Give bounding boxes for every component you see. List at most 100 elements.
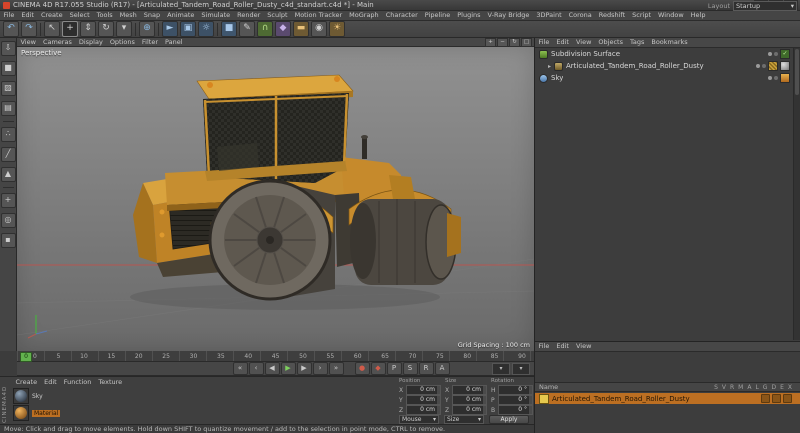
editor-visibility-toggle[interactable] [768,52,772,56]
autokey-icon[interactable]: A [435,362,450,375]
menu-item[interactable]: Redshift [595,11,628,20]
prev-key-icon[interactable]: ‹ [249,362,264,375]
prev-frame-icon[interactable]: ◀ [265,362,280,375]
material-name[interactable]: Sky [32,393,43,400]
timeline-playhead[interactable]: 0 [20,352,32,362]
menu-item[interactable]: Motion Tracker [291,11,346,20]
viewport-menu-item[interactable]: Options [106,38,138,47]
model-mode-icon[interactable]: ■ [1,61,16,76]
menu-item[interactable]: Window [655,11,688,20]
phong-tag-icon[interactable] [780,61,790,71]
timeline-ruler[interactable]: 051015202530354045505560657075808590 0 [17,351,534,362]
menu-item[interactable]: Animate [164,11,198,20]
position-x-field[interactable]: 0 cm [406,385,441,395]
points-mode-icon[interactable]: ∴ [1,127,16,142]
viewport-menu-item[interactable]: Filter [138,38,161,47]
size-x-field[interactable]: 0 cm [452,385,487,395]
viewport-menu-item[interactable]: Display [75,38,106,47]
material-menu-item[interactable]: Create [12,378,41,387]
layout-dropdown[interactable]: Startup ▾ [733,1,797,11]
sky-texture-tag-icon[interactable] [780,73,790,83]
viewport-menu-item[interactable]: Panel [162,38,187,47]
render-view-icon[interactable]: ► [162,21,178,37]
texture-tag-icon[interactable] [768,61,778,71]
keyframe-icon[interactable]: ◆ [371,362,386,375]
menu-item[interactable]: V-Ray Bridge [484,11,533,20]
lock-icon[interactable]: ▪ [1,233,16,248]
layer-color-swatch[interactable] [539,394,549,404]
rotate-tool-icon[interactable]: ↻ [98,21,114,37]
undo-icon[interactable]: ↶ [3,21,19,37]
menu-item[interactable]: Create [37,11,66,20]
menu-item[interactable]: Simulate [198,11,234,20]
viewport-canvas[interactable]: Perspective Grid Spacing : 100 cm [17,47,534,351]
menu-item[interactable]: File [0,11,18,20]
material-menu-item[interactable]: Texture [95,378,126,387]
play-icon[interactable]: ▶ [281,362,296,375]
position-z-field[interactable]: 0 cm [406,405,441,415]
material-item[interactable]: Sky [13,388,43,404]
redo-icon[interactable]: ↷ [21,21,37,37]
menu-item[interactable]: Sculpt [264,11,291,20]
rotation-p-field[interactable]: 0 ° [498,395,533,405]
object-manager-menu-item[interactable]: Objects [595,38,627,47]
menu-item[interactable]: Snap [140,11,163,20]
material-menu-item[interactable]: Edit [41,378,61,387]
menu-item[interactable]: Render [234,11,264,20]
menu-item[interactable]: Plugins [454,11,484,20]
object-label[interactable]: Articulated_Tandem_Road_Roller_Dusty [566,62,704,70]
object-label[interactable]: Sky [551,74,563,82]
material-thumbnail[interactable] [13,405,29,421]
rotate-view-icon[interactable]: ↻ [509,38,520,47]
make-editable-icon[interactable]: ⇩ [1,41,16,56]
render-picture-viewer-icon[interactable]: ▣ [180,21,196,37]
recent-tool-icon[interactable]: ▾ [116,21,132,37]
material-menu-item[interactable]: Function [60,378,95,387]
layer-toggle-icon[interactable] [772,394,781,403]
environment-icon[interactable]: ▬ [293,21,309,37]
layer-label[interactable]: Articulated_Tandem_Road_Roller_Dusty [552,395,690,403]
object-label[interactable]: Subdivision Surface [551,50,620,58]
material-item-selected[interactable]: Material [13,405,60,421]
position-y-field[interactable]: 0 cm [406,395,441,405]
enabled-check-icon[interactable]: ✓ [780,49,790,59]
material-thumbnail[interactable] [13,388,29,404]
playback-options-dropdown[interactable]: ▾ [492,363,510,375]
record-icon[interactable]: ● [355,362,370,375]
editor-visibility-toggle[interactable] [768,76,772,80]
record-rotation-icon[interactable]: R [419,362,434,375]
object-manager-menu-item[interactable]: Bookmarks [648,38,691,47]
menu-item[interactable]: Character [382,11,421,20]
toggle-view-icon[interactable]: □ [521,38,532,47]
object-manager-menu-item[interactable]: File [535,38,553,47]
camera-icon[interactable]: ◉ [311,21,327,37]
record-scale-icon[interactable]: S [403,362,418,375]
menu-item[interactable]: 3DPaint [533,11,565,20]
object-manager-scrollbar[interactable] [793,48,800,340]
spline-pen-icon[interactable]: ✎ [239,21,255,37]
object-row-road-roller[interactable]: ▸ Articulated_Tandem_Road_Roller_Dusty [544,60,800,72]
material-name[interactable]: Material [32,410,60,417]
next-key-icon[interactable]: › [313,362,328,375]
coordinate-system-icon[interactable]: ⊕ [139,21,155,37]
goto-end-icon[interactable]: » [329,362,344,375]
menu-item[interactable]: Help [687,11,709,20]
axis-mode-icon[interactable]: + [1,193,16,208]
layer-manager-menu-item[interactable]: File [535,342,553,351]
next-frame-icon[interactable]: ▶ [297,362,312,375]
layer-manager-menu-item[interactable]: Edit [553,342,573,351]
menu-item[interactable]: Pipeline [421,11,453,20]
object-row-subdivision-surface[interactable]: Subdivision Surface ✓ [535,48,800,60]
menu-item[interactable]: Corona [565,11,595,20]
scale-tool-icon[interactable]: ⇕ [80,21,96,37]
workplane-mode-icon[interactable]: ▤ [1,101,16,116]
deformers-icon[interactable]: ◆ [275,21,291,37]
menu-item[interactable]: Tools [93,11,116,20]
render-settings-icon[interactable]: ☼ [198,21,214,37]
size-mode-dropdown[interactable]: Size ▾ [444,415,484,424]
layer-manager-menu-item[interactable]: View [572,342,594,351]
render-visibility-toggle[interactable] [762,64,766,68]
rotation-b-field[interactable]: 0 ° [498,405,533,415]
apply-button[interactable]: Apply [489,415,529,424]
zoom-view-icon[interactable]: − [497,38,508,47]
